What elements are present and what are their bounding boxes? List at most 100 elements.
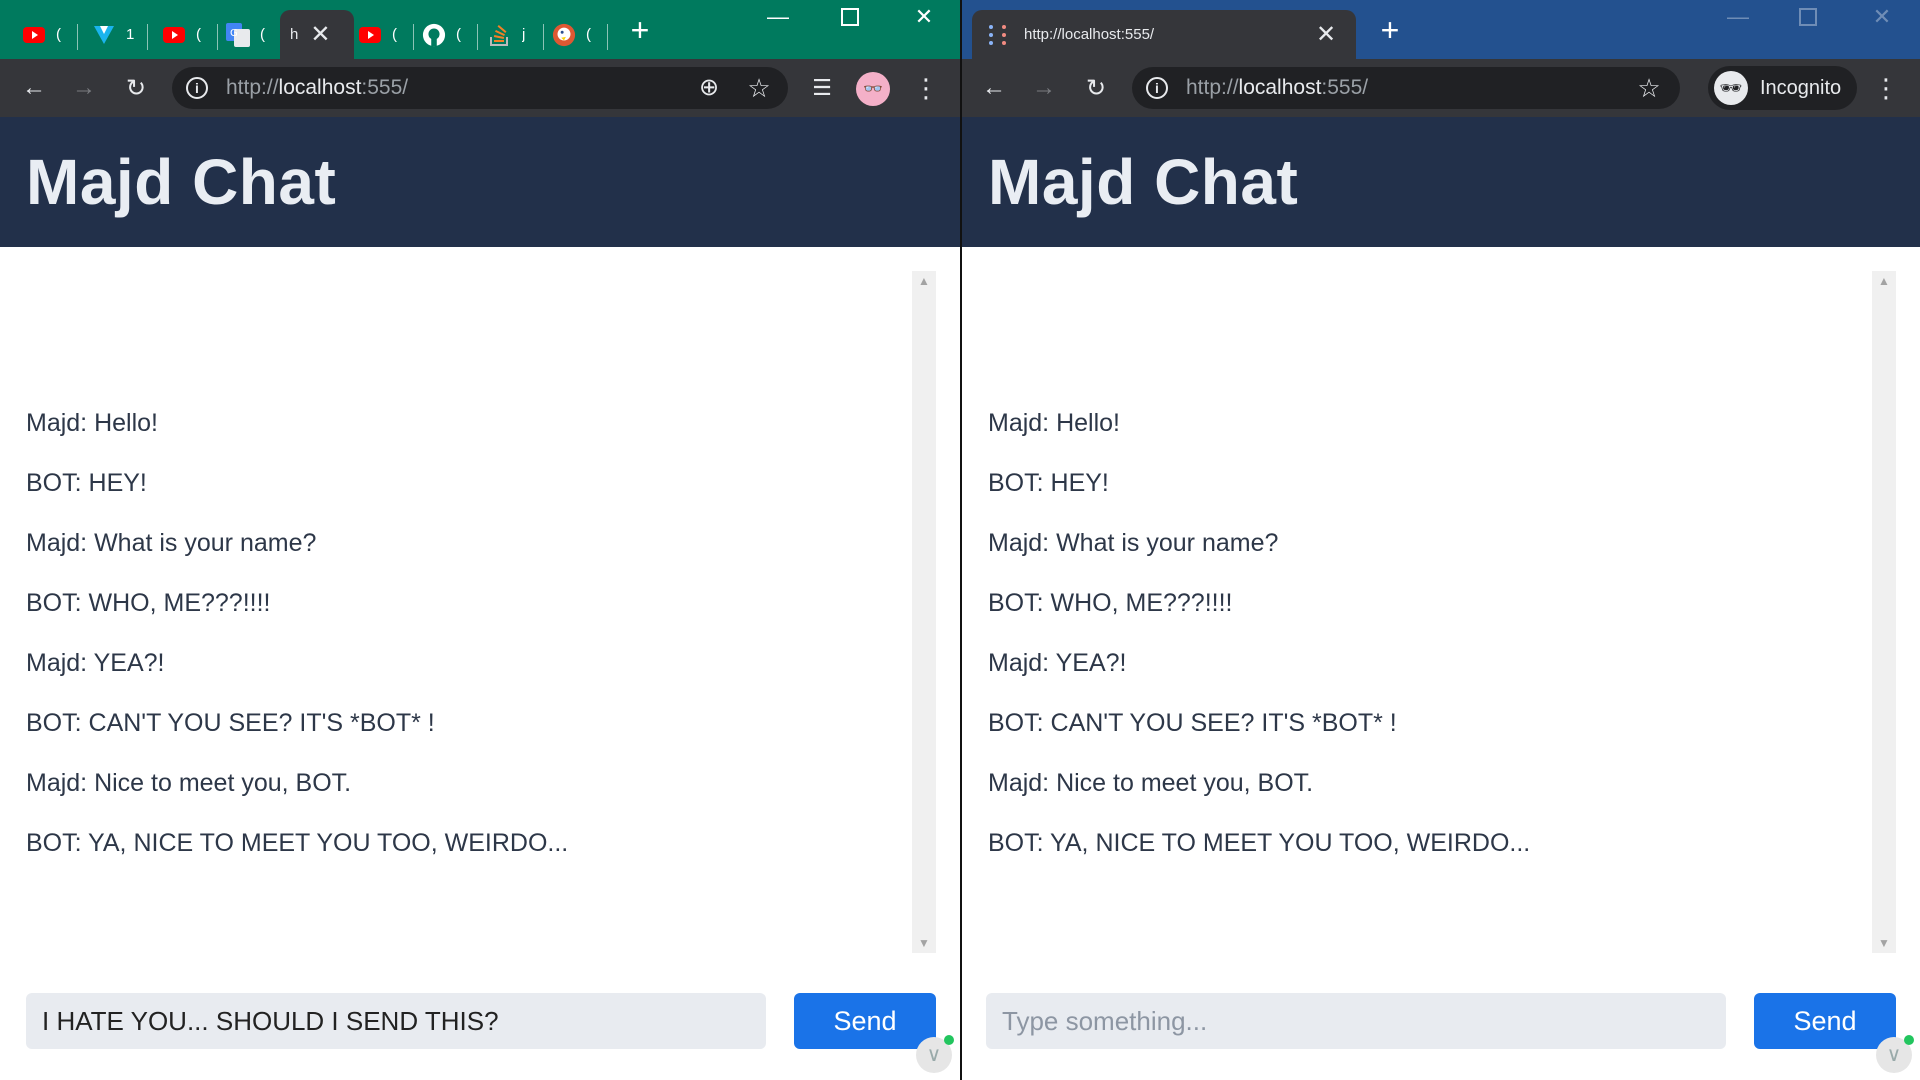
reload-button[interactable]: ↻ <box>118 70 154 106</box>
message-list: Majd: Hello! BOT: HEY! Majd: What is you… <box>962 247 1896 947</box>
reload-button[interactable]: ↻ <box>1078 70 1114 106</box>
url-text: http://localhost:555/ <box>226 76 409 99</box>
tab-youtube-3[interactable]: ( <box>358 10 414 59</box>
message-item: Majd: YEA?! <box>26 649 165 677</box>
tab-stackoverflow[interactable]: j <box>488 10 544 59</box>
bookmark-star-icon[interactable]: ☆ <box>742 71 776 105</box>
youtube-icon <box>358 23 382 47</box>
tab-title: 1 <box>126 26 135 43</box>
forward-button[interactable]: → <box>1026 70 1062 106</box>
vuetify-icon <box>92 23 116 47</box>
send-button[interactable]: Send <box>794 993 936 1049</box>
new-tab-button[interactable]: + <box>624 14 656 46</box>
message-item: BOT: CAN'T YOU SEE? IT'S *BOT* ! <box>988 709 1397 737</box>
message-item: BOT: HEY! <box>988 469 1109 497</box>
left-browser-window: ( 1 ( G ( h ✕ ( (j (+ — ✕ ← → ↻ i http… <box>0 0 960 1080</box>
tab-title: h <box>290 26 299 43</box>
back-button[interactable]: ← <box>16 70 52 106</box>
chat-page: Majd Chat Majd: Hello! BOT: HEY! Majd: W… <box>0 117 960 1080</box>
send-button[interactable]: Send <box>1754 993 1896 1049</box>
minimize-button[interactable]: — <box>1702 0 1774 34</box>
right-browser-window-incognito: http://localhost:555/ ✕ + — ✕ ← → ↻ i ht… <box>962 0 1920 1080</box>
tab-active-localhost[interactable]: http://localhost:555/ ✕ <box>972 10 1356 59</box>
tab-title: ( <box>196 26 201 43</box>
message-input[interactable] <box>986 993 1726 1049</box>
extension-badge-icon[interactable]: ∨ <box>1876 1035 1914 1073</box>
address-bar[interactable]: i http://localhost:555/ ☆ <box>1132 67 1680 109</box>
chat-page: Majd Chat Majd: Hello! BOT: HEY! Majd: W… <box>962 117 1920 1080</box>
tab-title: ( <box>260 26 265 43</box>
site-info-icon[interactable]: i <box>186 77 208 99</box>
tab-active-localhost[interactable]: h ✕ <box>280 10 354 59</box>
svg-text:G: G <box>230 28 238 39</box>
forward-button[interactable]: → <box>66 70 102 106</box>
media-control-icon[interactable]: ☰ <box>804 70 840 106</box>
tab-title: j <box>522 26 526 43</box>
extension-badge-icon[interactable]: ∨ <box>916 1035 954 1073</box>
menu-kebab-icon[interactable]: ⋮ <box>908 70 944 106</box>
tab-youtube-2[interactable]: ( <box>162 10 218 59</box>
scroll-down-arrow-icon[interactable]: ▼ <box>1872 933 1896 953</box>
message-item: Majd: Nice to meet you, BOT. <box>26 769 352 797</box>
message-scrollbar[interactable]: ▲ ▼ <box>1872 271 1896 953</box>
github-icon <box>422 23 446 47</box>
tab-youtube-1[interactable]: ( <box>22 10 78 59</box>
tab-duckduckgo[interactable]: ( <box>552 10 608 59</box>
tab-title: ( <box>56 26 61 43</box>
message-item: Majd: YEA?! <box>988 649 1127 677</box>
close-tab-icon[interactable]: ✕ <box>310 22 330 47</box>
scroll-up-arrow-icon[interactable]: ▲ <box>1872 271 1896 291</box>
message-list: Majd: Hello! BOT: HEY! Majd: What is you… <box>0 247 936 947</box>
tab-google-translate[interactable]: G ( <box>226 10 282 59</box>
sunglasses-icon: 👓 <box>863 81 883 98</box>
message-item: BOT: CAN'T YOU SEE? IT'S *BOT* ! <box>26 709 435 737</box>
message-item: BOT: WHO, ME???!!!! <box>988 589 1233 617</box>
incognito-icon: 🕶 <box>1714 71 1748 105</box>
bookmark-star-icon[interactable]: ☆ <box>1632 71 1666 105</box>
tab-title: http://localhost:555/ <box>1024 26 1155 43</box>
app-header: Majd Chat <box>962 117 1920 247</box>
message-item: Majd: What is your name? <box>988 529 1279 557</box>
message-item: Majd: Hello! <box>26 409 158 437</box>
close-tab-icon[interactable]: ✕ <box>1316 22 1336 47</box>
minimize-button[interactable]: — <box>742 0 814 34</box>
app-title: Majd Chat <box>26 146 337 218</box>
duckduckgo-icon <box>552 23 576 47</box>
close-window-button[interactable]: ✕ <box>1846 0 1918 34</box>
message-item: BOT: WHO, ME???!!!! <box>26 589 271 617</box>
youtube-icon <box>22 23 46 47</box>
scroll-up-arrow-icon[interactable]: ▲ <box>912 271 936 291</box>
message-item: BOT: YA, NICE TO MEET YOU TOO, WEIRDO... <box>988 829 1531 857</box>
menu-kebab-icon[interactable]: ⋮ <box>1868 70 1904 106</box>
address-bar[interactable]: i http://localhost:555/ ⊕ ☆ <box>172 67 788 109</box>
maximize-button[interactable] <box>1772 0 1844 34</box>
incognito-label: Incognito <box>1760 76 1842 99</box>
tab-title: ( <box>392 26 397 43</box>
profile-avatar[interactable]: 👓 <box>856 72 890 106</box>
message-item: Majd: What is your name? <box>26 529 317 557</box>
message-input[interactable] <box>26 993 766 1049</box>
maximize-button[interactable] <box>814 0 886 34</box>
message-scrollbar[interactable]: ▲ ▼ <box>912 271 936 953</box>
scroll-down-arrow-icon[interactable]: ▼ <box>912 933 936 953</box>
tab-strip: ( 1 ( G ( h ✕ ( (j (+ — ✕ <box>0 0 960 59</box>
app-header: Majd Chat <box>0 117 960 247</box>
close-window-button[interactable]: ✕ <box>888 0 960 34</box>
youtube-icon <box>162 23 186 47</box>
message-item: Majd: Nice to meet you, BOT. <box>988 769 1314 797</box>
tab-title: ( <box>586 26 591 43</box>
tab-github[interactable]: ( <box>422 10 478 59</box>
incognito-indicator[interactable]: 🕶 Incognito <box>1708 66 1858 110</box>
loading-dots-icon <box>986 23 1014 47</box>
install-app-icon[interactable]: ⊕ <box>692 71 726 105</box>
browser-toolbar: ← → ↻ i http://localhost:555/ ☆ 🕶 Incogn… <box>962 59 1920 117</box>
message-item: BOT: HEY! <box>26 469 147 497</box>
tab-vuetify[interactable]: 1 <box>92 10 148 59</box>
browser-toolbar: ← → ↻ i http://localhost:555/ ⊕ ☆ ☰ 👓 ⋮ <box>0 59 960 117</box>
site-info-icon[interactable]: i <box>1146 77 1168 99</box>
new-tab-button[interactable]: + <box>1374 14 1406 46</box>
back-button[interactable]: ← <box>976 70 1012 106</box>
google-translate-icon: G <box>226 22 250 47</box>
url-text: http://localhost:555/ <box>1186 76 1369 99</box>
stackoverflow-icon <box>488 23 512 47</box>
